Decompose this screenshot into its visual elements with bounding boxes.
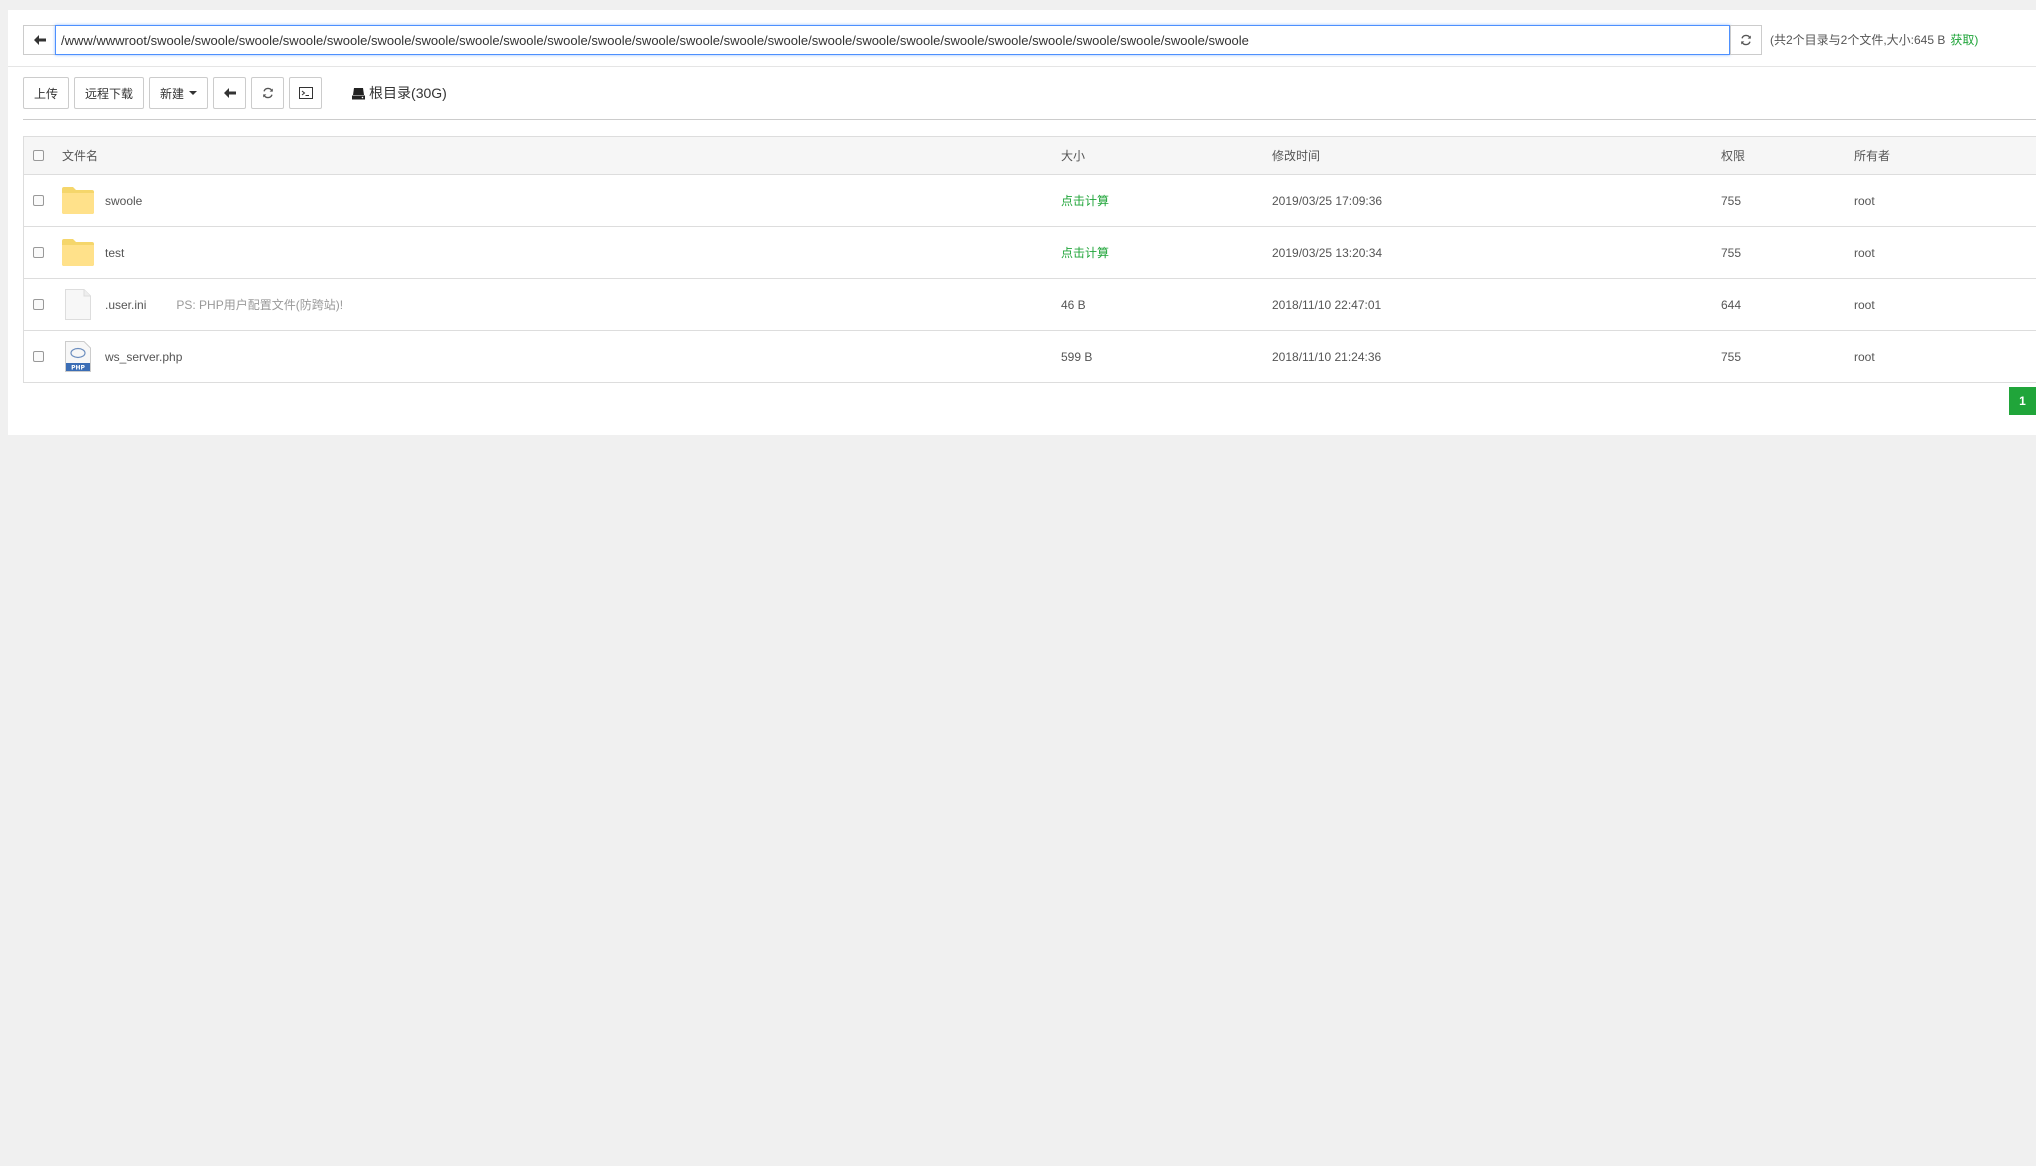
row-checkbox[interactable] bbox=[33, 247, 44, 258]
new-dropdown-button[interactable]: 新建 bbox=[149, 77, 209, 109]
table-row[interactable]: swoole 点击计算 2019/03/25 17:09:36 755 root bbox=[24, 175, 2036, 227]
permission-cell[interactable]: 755 bbox=[1721, 331, 1741, 382]
modified-time: 2018/11/10 21:24:36 bbox=[1272, 349, 1382, 364]
file-size: 46 B bbox=[1061, 297, 1086, 312]
row-checkbox[interactable] bbox=[33, 195, 44, 206]
path-refresh-button[interactable] bbox=[1730, 25, 1762, 55]
refresh-icon bbox=[1741, 34, 1751, 46]
pagination-current-page[interactable]: 1 bbox=[2009, 387, 2036, 415]
select-all-checkbox[interactable] bbox=[33, 150, 44, 161]
header-time[interactable]: 修改时间 bbox=[1272, 137, 1320, 174]
arrow-left-icon bbox=[223, 88, 236, 98]
file-name-link[interactable]: ws_server.php bbox=[105, 350, 182, 364]
file-manager-panel: (共2个目录与2个文件,大小:645 B 获取) 上传 远程下载 新建 bbox=[8, 10, 2036, 435]
row-checkbox[interactable] bbox=[33, 351, 44, 362]
file-size: 599 B bbox=[1061, 349, 1093, 364]
upload-button[interactable]: 上传 bbox=[23, 77, 70, 109]
owner-cell[interactable]: root bbox=[1854, 175, 1875, 226]
arrow-left-icon bbox=[33, 35, 46, 45]
fetch-size-link[interactable]: 获取) bbox=[1950, 33, 1978, 47]
modified-time: 2018/11/10 22:47:01 bbox=[1272, 297, 1382, 312]
header-size[interactable]: 大小 bbox=[1061, 137, 1085, 174]
file-name-link[interactable]: test bbox=[105, 246, 124, 260]
divider bbox=[23, 119, 2036, 120]
owner-cell[interactable]: root bbox=[1854, 227, 1875, 278]
permission-cell[interactable]: 755 bbox=[1721, 175, 1741, 226]
divider bbox=[8, 66, 2036, 67]
header-perm: 权限 bbox=[1721, 149, 1746, 163]
folder-icon bbox=[62, 239, 94, 266]
permission-cell[interactable]: 755 bbox=[1721, 227, 1741, 278]
header-name[interactable]: 文件名 bbox=[62, 137, 98, 174]
terminal-button[interactable] bbox=[289, 77, 323, 109]
disk-info[interactable]: 根目录(30G) bbox=[352, 83, 447, 103]
table-row[interactable]: PHP ws_server.php 599 B 2018/11/10 21:24… bbox=[24, 331, 2036, 382]
terminal-icon bbox=[298, 87, 313, 99]
caret-down-icon bbox=[189, 91, 198, 95]
table-header: 文件名 大小 修改时间 权限 所有者 bbox=[24, 137, 2036, 175]
svg-text:PHP: PHP bbox=[71, 365, 85, 372]
file-name-link[interactable]: swoole bbox=[105, 194, 142, 208]
row-checkbox[interactable] bbox=[33, 299, 44, 310]
refresh-icon bbox=[262, 87, 273, 99]
header-owner: 所有者 bbox=[1854, 149, 1891, 163]
php-file-icon: PHP bbox=[65, 341, 91, 372]
owner-cell[interactable]: root bbox=[1854, 331, 1875, 382]
hdd-icon bbox=[352, 87, 366, 99]
remote-download-button[interactable]: 远程下载 bbox=[74, 77, 145, 109]
folder-icon bbox=[62, 187, 94, 214]
permission-cell[interactable]: 644 bbox=[1721, 279, 1741, 330]
file-icon bbox=[65, 289, 91, 320]
owner-cell[interactable]: root bbox=[1854, 279, 1875, 330]
refresh-button[interactable] bbox=[251, 77, 285, 109]
directory-summary: (共2个目录与2个文件,大小:645 B 获取) bbox=[1770, 25, 1978, 55]
table-row[interactable]: test 点击计算 2019/03/25 13:20:34 755 root bbox=[24, 227, 2036, 279]
path-input[interactable] bbox=[55, 25, 1730, 55]
directory-summary-text: (共2个目录与2个文件,大小:645 B bbox=[1770, 33, 1946, 47]
disk-label: 根目录(30G) bbox=[369, 85, 447, 101]
path-bar: (共2个目录与2个文件,大小:645 B 获取) bbox=[23, 25, 2033, 55]
back-button[interactable] bbox=[213, 77, 247, 109]
table-row[interactable]: .user.ini PS: PHP用户配置文件(防跨站)! 46 B 2018/… bbox=[24, 279, 2036, 331]
modified-time: 2019/03/25 13:20:34 bbox=[1272, 245, 1383, 260]
calculate-size-link[interactable]: 点击计算 bbox=[1061, 244, 1109, 261]
toolbar: 上传 远程下载 新建 根目录(30G) bbox=[23, 77, 447, 109]
file-name-link[interactable]: .user.ini bbox=[105, 298, 146, 312]
file-note: PS: PHP用户配置文件(防跨站)! bbox=[176, 298, 344, 312]
calculate-size-link[interactable]: 点击计算 bbox=[1061, 192, 1109, 209]
modified-time: 2019/03/25 17:09:36 bbox=[1272, 193, 1383, 208]
file-table: 文件名 大小 修改时间 权限 所有者 swoole 点击计算 2019/03/2… bbox=[23, 136, 2036, 383]
new-button-label: 新建 bbox=[160, 86, 185, 101]
path-back-button[interactable] bbox=[23, 25, 55, 55]
